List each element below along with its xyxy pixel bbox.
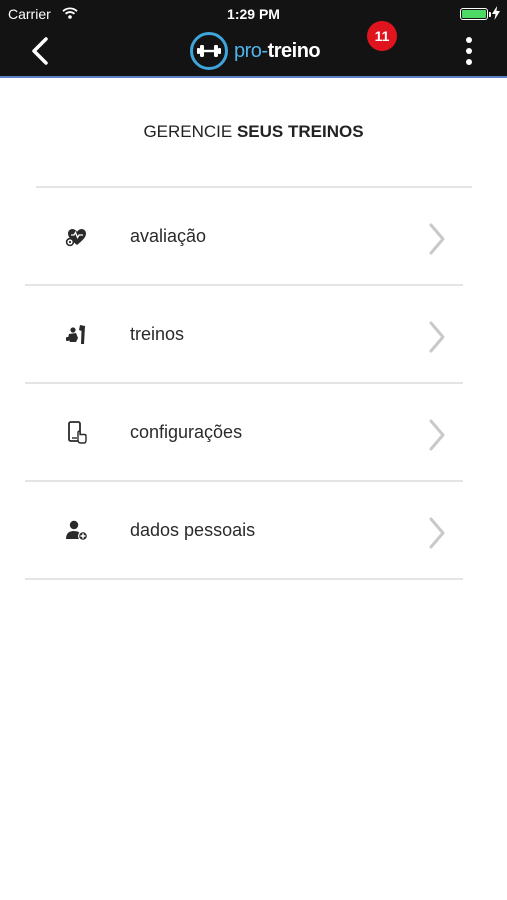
header-accent-line: [0, 76, 507, 78]
menu-item-avaliacao[interactable]: avaliação: [25, 188, 463, 286]
more-vertical-icon: [466, 37, 472, 43]
top-bar: Carrier 1:29 PM pro-treino 11: [0, 0, 507, 78]
logo-prefix: pro-: [234, 39, 268, 62]
menu-item-treinos[interactable]: treinos: [25, 286, 463, 384]
page-title-prefix: GERENCIE: [143, 122, 237, 141]
battery-icon: [460, 8, 491, 20]
chevron-left-icon: [32, 37, 48, 65]
user-add-icon: [65, 518, 89, 542]
chevron-right-icon: [427, 222, 447, 256]
dumbbell-icon: [190, 32, 228, 70]
chevron-right-icon: [427, 516, 447, 550]
back-button[interactable]: [26, 35, 54, 67]
menu-item-dados-pessoais[interactable]: dados pessoais: [25, 482, 463, 580]
menu-item-configuracoes[interactable]: configurações: [25, 384, 463, 482]
menu-list: avaliação treinos configurações dados pe…: [25, 188, 463, 580]
menu-item-label: avaliação: [130, 226, 207, 246]
menu-item-label: dados pessoais: [130, 520, 256, 540]
menu-item-label: configurações: [130, 422, 243, 442]
heart-gear-icon: [65, 224, 89, 248]
notification-badge[interactable]: 11: [367, 21, 397, 51]
more-options-button[interactable]: [458, 34, 480, 68]
gym-equipment-icon: [65, 322, 89, 346]
page-title-bold: SEUS TREINOS: [236, 122, 364, 141]
page-title: GERENCIE SEUS TREINOS: [0, 122, 507, 142]
logo-name: treino: [267, 39, 321, 62]
phone-touch-icon: [65, 420, 89, 444]
battery-level: [462, 10, 486, 18]
menu-item-label: treinos: [130, 324, 185, 344]
charging-bolt-icon: [492, 6, 500, 23]
chevron-right-icon: [427, 418, 447, 452]
status-bar: Carrier 1:29 PM: [0, 0, 507, 28]
status-time: 1:29 PM: [227, 6, 280, 22]
chevron-right-icon: [427, 320, 447, 354]
app-logo: pro-treino: [190, 32, 321, 70]
